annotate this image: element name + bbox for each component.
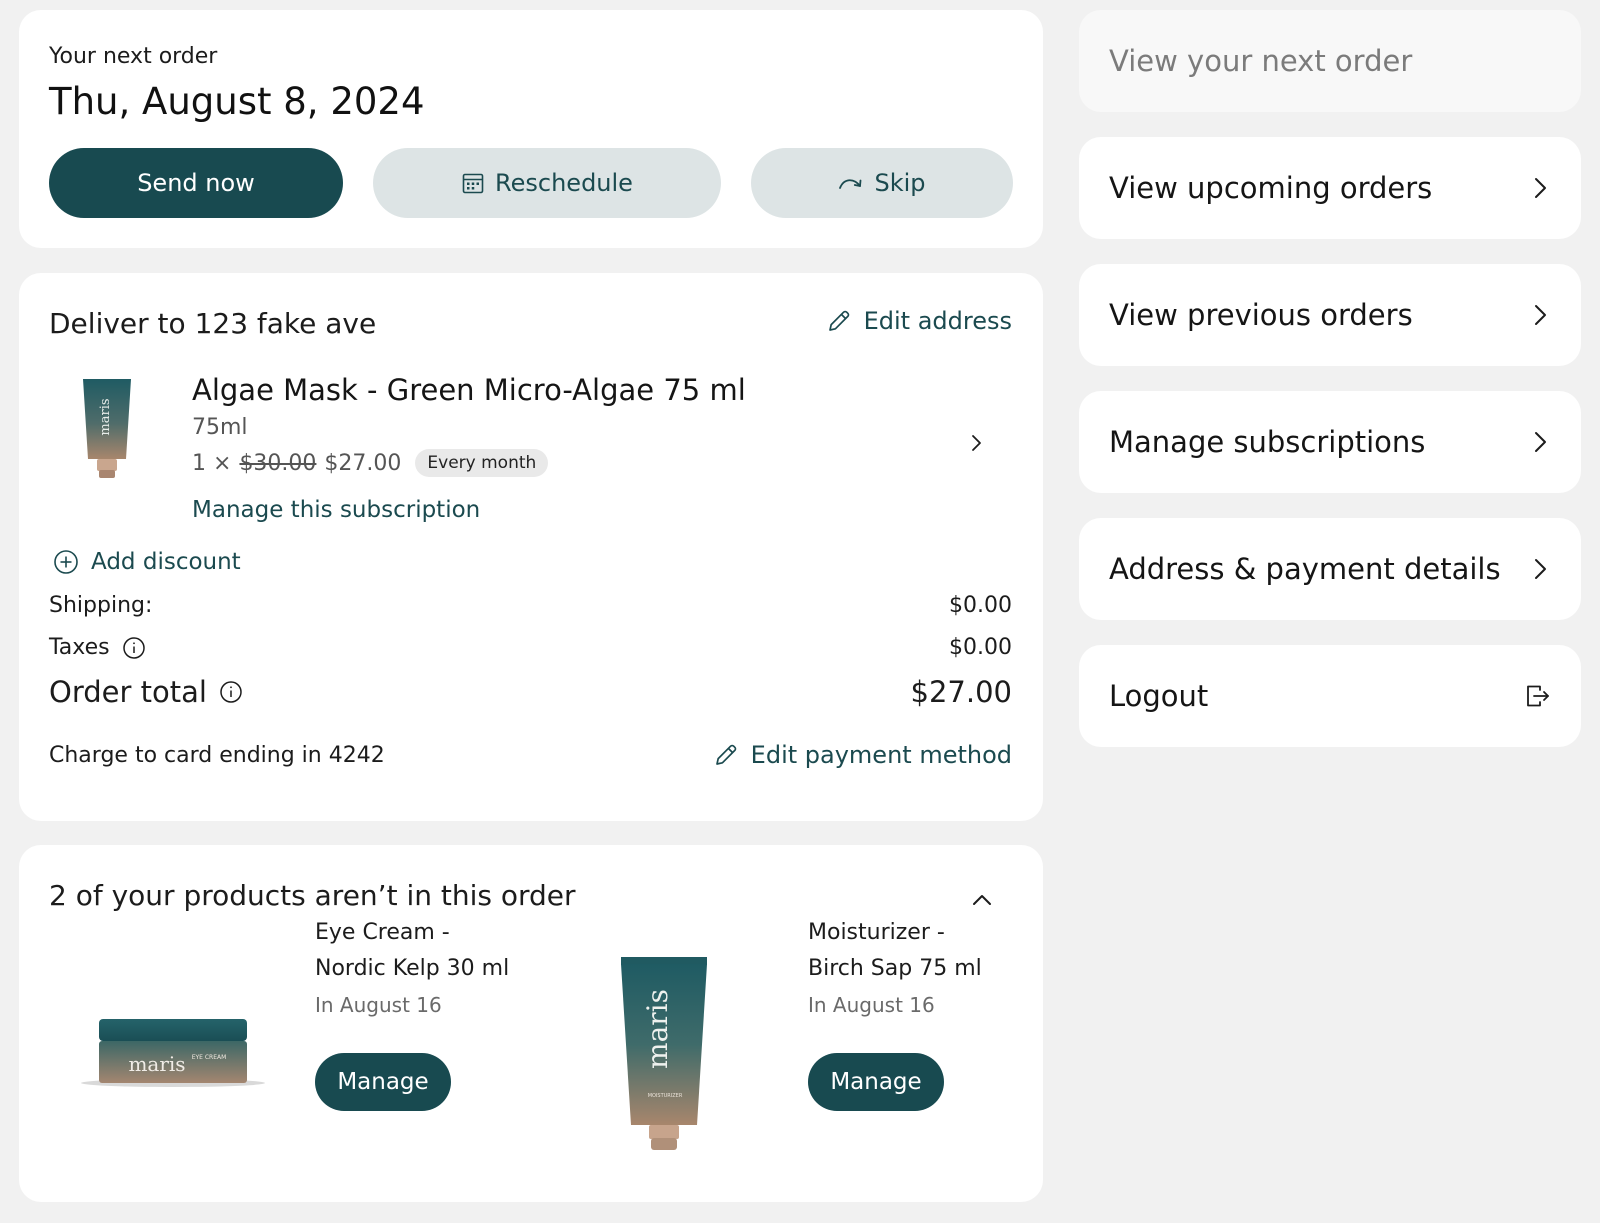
other-product-name: Moisturizer - Birch Sap 75 ml (808, 915, 982, 987)
next-order-label: Your next order (49, 44, 218, 69)
skip-arrow-icon (839, 179, 862, 189)
product-quantity: 1 × (192, 450, 232, 476)
frequency-badge: Every month (415, 449, 549, 477)
edit-address-label: Edit address (863, 307, 1012, 335)
calendar-icon (462, 173, 484, 194)
chevron-right-icon (1535, 559, 1546, 579)
taxes-label: Taxes (49, 635, 110, 660)
chevron-right-icon (1535, 178, 1546, 198)
reschedule-button[interactable]: Reschedule (373, 148, 721, 218)
product-name-line-1: Eye Cream - (315, 920, 450, 945)
info-icon[interactable] (122, 636, 146, 660)
nav-address-payment-details[interactable]: Address & payment details (1079, 518, 1581, 620)
add-discount-label: Add discount (91, 549, 241, 575)
shipping-label: Shipping: (49, 593, 153, 618)
nav-label: Address & payment details (1109, 552, 1501, 586)
chevron-right-icon (1535, 432, 1546, 452)
nav-label: View upcoming orders (1109, 171, 1433, 205)
pencil-icon (715, 744, 736, 765)
nav-label: View previous orders (1109, 298, 1413, 332)
eye-cream-product-image[interactable]: maris EYE CREAM (73, 1011, 273, 1091)
nav-label: Manage subscriptions (1109, 425, 1426, 459)
chevron-right-icon (1535, 305, 1546, 325)
product-original-price: $30.00 (239, 450, 317, 476)
edit-payment-label: Edit payment method (750, 741, 1012, 769)
algae-mask-brand-text: maris (98, 398, 113, 435)
manage-this-subscription-link[interactable]: Manage this subscription (192, 497, 480, 523)
not-in-order-title: 2 of your products aren’t in this order (49, 879, 576, 912)
moisturizer-brand-text: maris (641, 989, 674, 1069)
product-name-line-2: Nordic Kelp 30 ml (315, 956, 510, 981)
next-order-card: Your next order Thu, August 8, 2024 Send… (19, 10, 1043, 248)
delivery-card: Deliver to 123 fake ave Edit address mar… (19, 273, 1043, 821)
other-product-next-date: In August 16 (808, 993, 935, 1017)
shipping-row-label: Shipping: (49, 593, 152, 618)
moisturizer-product-image[interactable]: maris MOISTURIZER (611, 955, 717, 1155)
info-icon[interactable] (219, 680, 243, 704)
send-now-button[interactable]: Send now (49, 148, 343, 218)
next-order-date: Thu, August 8, 2024 (49, 80, 425, 123)
skip-label: Skip (874, 169, 926, 197)
product-price-line: 1 × $30.00 $27.00 Every month (192, 449, 549, 477)
nav-logout[interactable]: Logout (1079, 645, 1581, 747)
shipping-value: $0.00 (949, 593, 1012, 618)
eye-cream-label-text: EYE CREAM (192, 1054, 227, 1061)
product-price: $27.00 (324, 450, 402, 476)
chevron-up-icon[interactable] (969, 887, 995, 913)
charge-card-text: Charge to card ending in 4242 (49, 743, 385, 768)
add-discount-button[interactable]: Add discount (53, 549, 241, 575)
logout-icon (1527, 685, 1549, 707)
product-name-line-1: Moisturizer - (808, 920, 945, 945)
nav-view-next-order[interactable]: View your next order (1079, 10, 1581, 112)
nav-view-previous-orders[interactable]: View previous orders (1079, 264, 1581, 366)
plus-circle-icon (54, 550, 78, 574)
product-name-line-2: Birch Sap 75 ml (808, 956, 982, 981)
order-total-value: $27.00 (910, 675, 1012, 709)
other-product-next-date: In August 16 (315, 993, 442, 1017)
delivery-address-title: Deliver to 123 fake ave (49, 307, 377, 340)
order-total-label: Order total (49, 675, 207, 709)
other-product-name: Eye Cream - Nordic Kelp 30 ml (315, 915, 509, 987)
pencil-icon (828, 310, 849, 331)
eye-cream-brand-text: maris (128, 1052, 185, 1076)
nav-view-upcoming-orders[interactable]: View upcoming orders (1079, 137, 1581, 239)
nav-label: View your next order (1109, 44, 1413, 78)
manage-moisturizer-button[interactable]: Manage (808, 1053, 944, 1111)
nav-label: Logout (1109, 679, 1209, 713)
product-name: Algae Mask - Green Micro-Algae 75 ml (192, 373, 746, 407)
taxes-row-label: Taxes (49, 635, 146, 660)
chevron-right-icon[interactable] (964, 431, 988, 455)
product-size: 75ml (192, 415, 248, 440)
manage-eye-cream-button[interactable]: Manage (315, 1053, 451, 1111)
send-now-label: Send now (137, 169, 255, 197)
edit-address-link[interactable]: Edit address (826, 307, 1012, 335)
algae-mask-product-image[interactable]: maris (81, 377, 133, 481)
products-not-in-order-card: 2 of your products aren’t in this order … (19, 845, 1043, 1202)
skip-button[interactable]: Skip (751, 148, 1013, 218)
reschedule-label: Reschedule (495, 169, 633, 197)
moisturizer-label-text: MOISTURIZER (648, 1093, 683, 1099)
nav-manage-subscriptions[interactable]: Manage subscriptions (1079, 391, 1581, 493)
order-total-row-label: Order total (49, 675, 243, 709)
taxes-value: $0.00 (949, 635, 1012, 660)
edit-payment-method-link[interactable]: Edit payment method (713, 741, 1012, 769)
